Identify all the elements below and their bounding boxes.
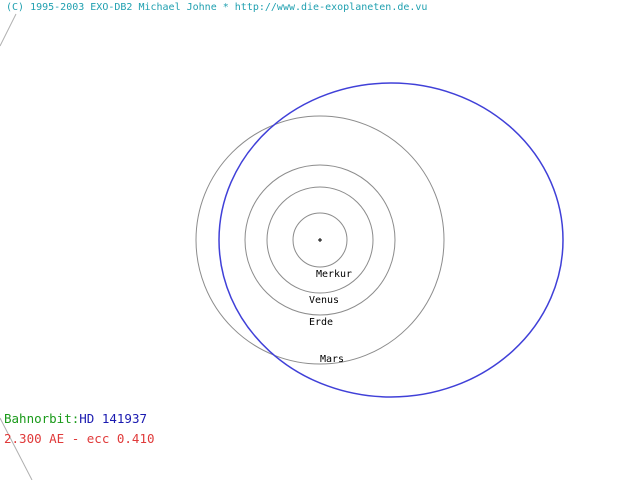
- planet-labels: Merkur Venus Erde Mars: [309, 269, 352, 365]
- copyright-notice: (C) 1995-2003 EXO-DB2 Michael Johne * ht…: [6, 2, 428, 13]
- planet-label-mars: Mars: [320, 354, 344, 365]
- corner-line-top: [0, 13, 17, 47]
- orbit-diagram: Merkur Venus Erde Mars: [0, 13, 564, 480]
- planet-label-merkur: Merkur: [316, 269, 352, 280]
- orbit-info-line: Bahnorbit:HD 141937: [4, 411, 147, 426]
- orbit-label: Bahnorbit:: [4, 411, 80, 426]
- star-name: HD 141937: [79, 411, 147, 426]
- planet-label-erde: Erde: [309, 317, 333, 328]
- corner-line-bottom: [0, 417, 33, 480]
- exoplanet-orbit: [218, 82, 564, 398]
- star-marker: [318, 238, 322, 242]
- orbit-details: 2.300 AE - ecc 0.410: [4, 431, 155, 446]
- planet-label-venus: Venus: [309, 295, 339, 306]
